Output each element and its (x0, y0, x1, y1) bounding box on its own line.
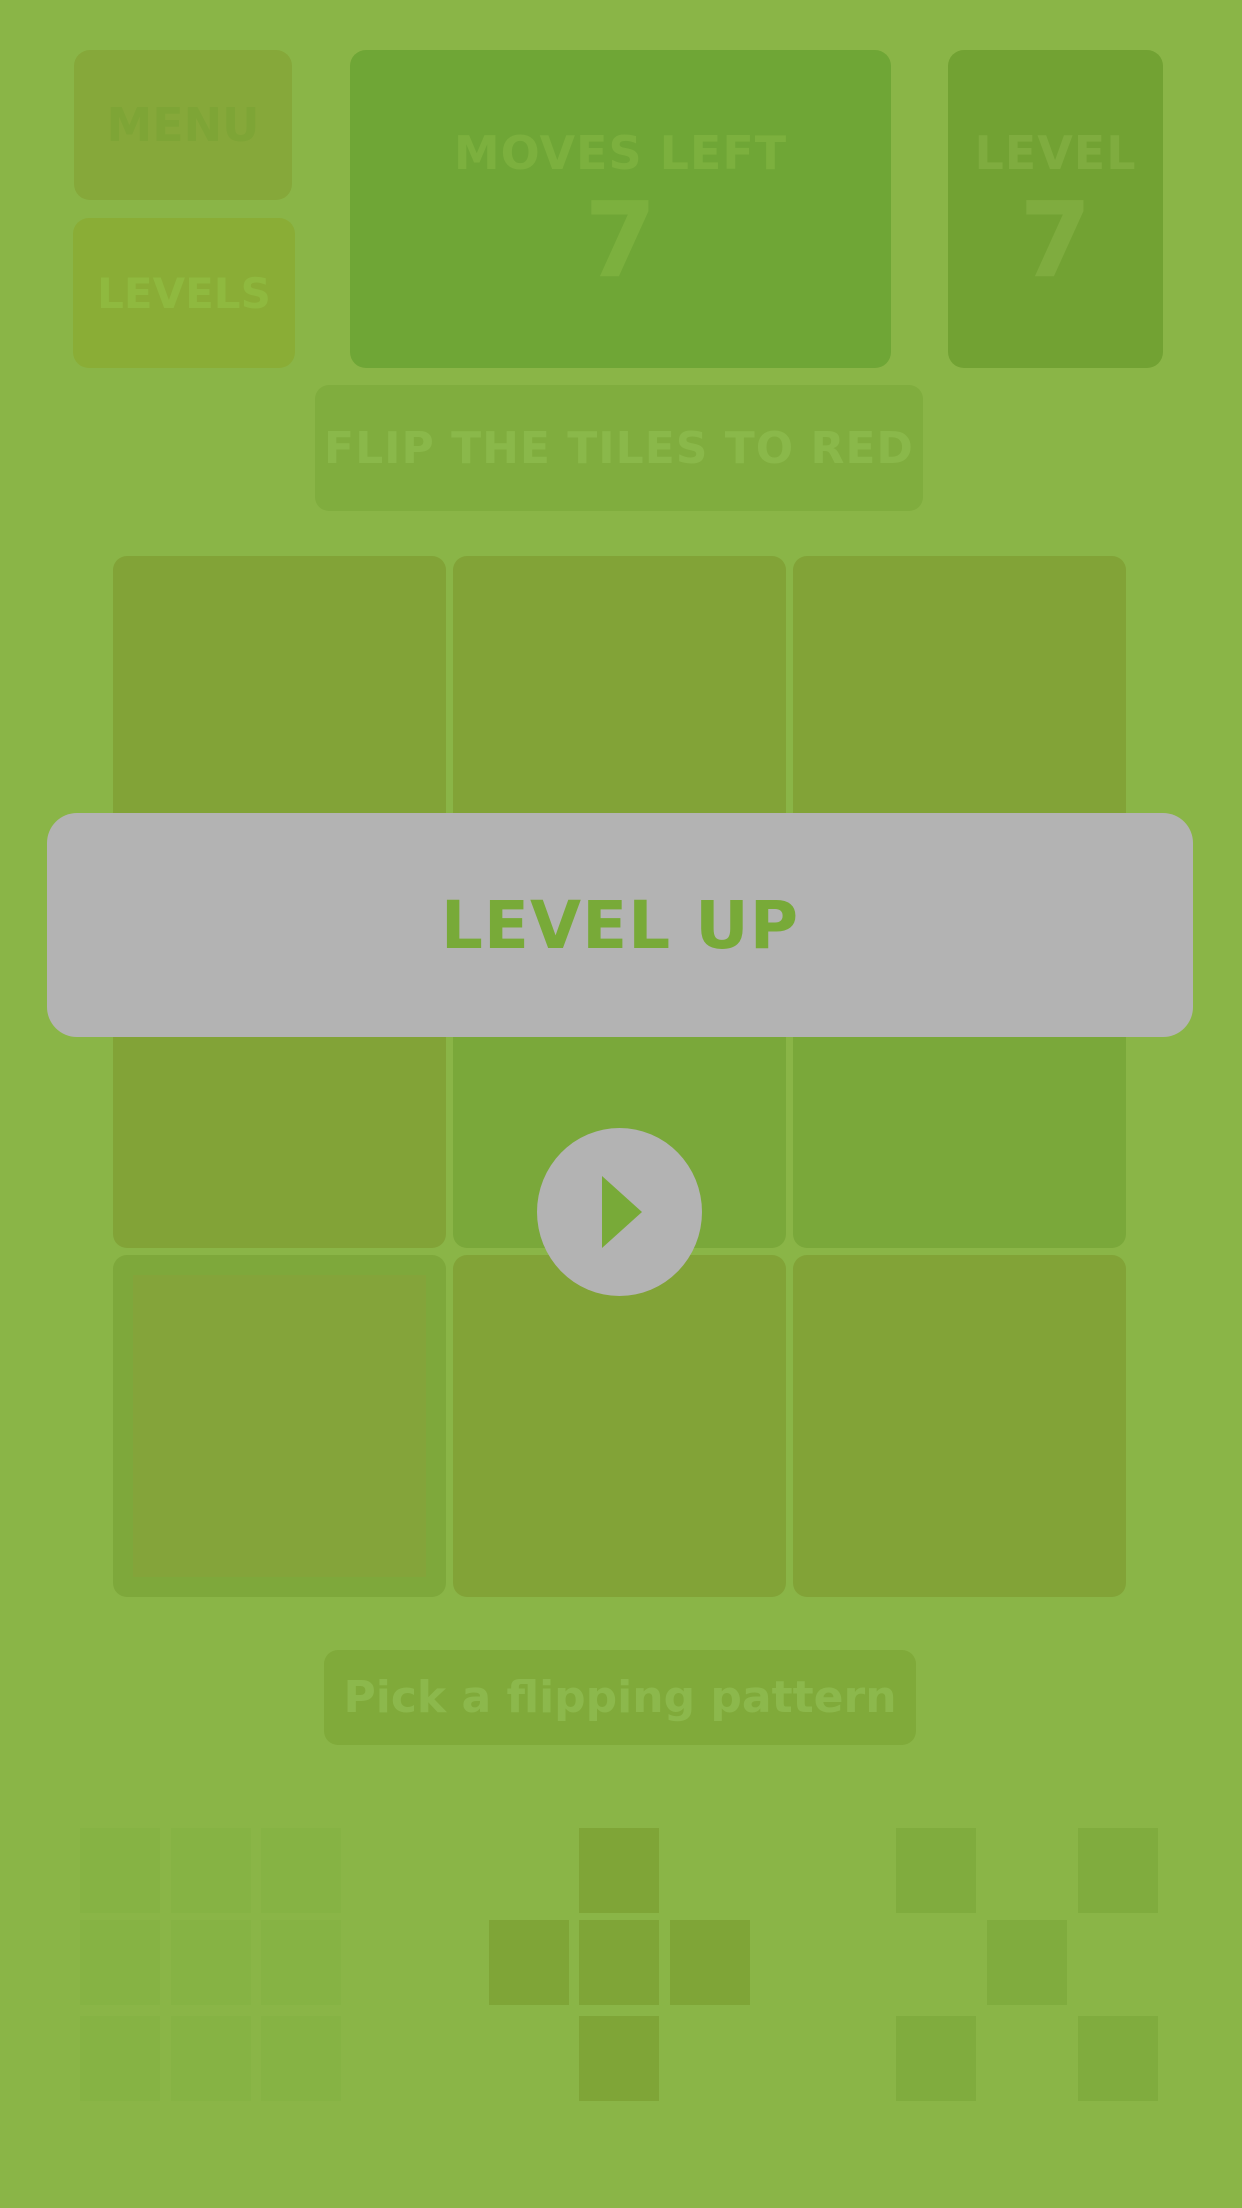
board-tile-r3-c3[interactable] (793, 1255, 1126, 1597)
pattern-cell (171, 1828, 251, 1913)
pattern-cell (80, 1920, 160, 2005)
levels-button-label: LEVELS (97, 268, 271, 318)
levels-button[interactable]: LEVELS (73, 218, 295, 368)
board-tile-r2-c3[interactable] (793, 1000, 1126, 1248)
goal-text: FLIP THE TILES TO RED (324, 422, 914, 474)
pattern-cell (1078, 1828, 1158, 1913)
moves-left-label: MOVES LEFT (453, 126, 788, 180)
pattern-cell (670, 1920, 750, 2005)
pattern-hint: Pick a flipping pattern (324, 1650, 916, 1745)
pattern-cell (171, 1920, 251, 2005)
level-label: LEVEL (974, 126, 1137, 180)
play-button[interactable] (537, 1128, 702, 1296)
level-panel: LEVEL 7 (948, 50, 1163, 368)
pattern-cell (579, 1920, 659, 2005)
pattern-cell (896, 2016, 976, 2101)
level-value: 7 (1019, 179, 1092, 301)
pattern-cell (579, 1828, 659, 1913)
level-up-banner: LEVEL UP (47, 813, 1193, 1037)
pattern-cell (987, 1920, 1067, 2005)
pattern-cell (1078, 2016, 1158, 2101)
board-tile-r2-c1[interactable] (113, 1000, 446, 1248)
pattern-cell (80, 2016, 160, 2101)
play-icon (601, 1176, 642, 1248)
pattern-x-corners[interactable] (896, 1828, 1158, 2101)
pattern-cell (579, 2016, 659, 2101)
board-tile-r3-c2[interactable] (453, 1255, 786, 1597)
pattern-plus[interactable] (489, 1828, 751, 2101)
pattern-cell (896, 1828, 976, 1913)
menu-button-label: MENU (106, 98, 260, 152)
pattern-cell (261, 2016, 341, 2101)
pattern-cell (261, 1828, 341, 1913)
goal-banner: FLIP THE TILES TO RED (315, 385, 923, 511)
pattern-cell (489, 1920, 569, 2005)
board-tile-r3-c1[interactable] (113, 1255, 446, 1597)
pattern-cell (171, 2016, 251, 2101)
pattern-full-square[interactable] (80, 1828, 344, 2101)
pattern-cell (80, 1828, 160, 1913)
menu-button[interactable]: MENU (74, 50, 292, 200)
selected-tile-marker (133, 1275, 426, 1577)
pattern-cell (261, 1920, 341, 2005)
level-up-text: LEVEL UP (440, 886, 800, 964)
moves-left-panel: MOVES LEFT 7 (350, 50, 891, 368)
pattern-hint-text: Pick a flipping pattern (343, 1672, 897, 1723)
moves-left-value: 7 (584, 179, 657, 301)
